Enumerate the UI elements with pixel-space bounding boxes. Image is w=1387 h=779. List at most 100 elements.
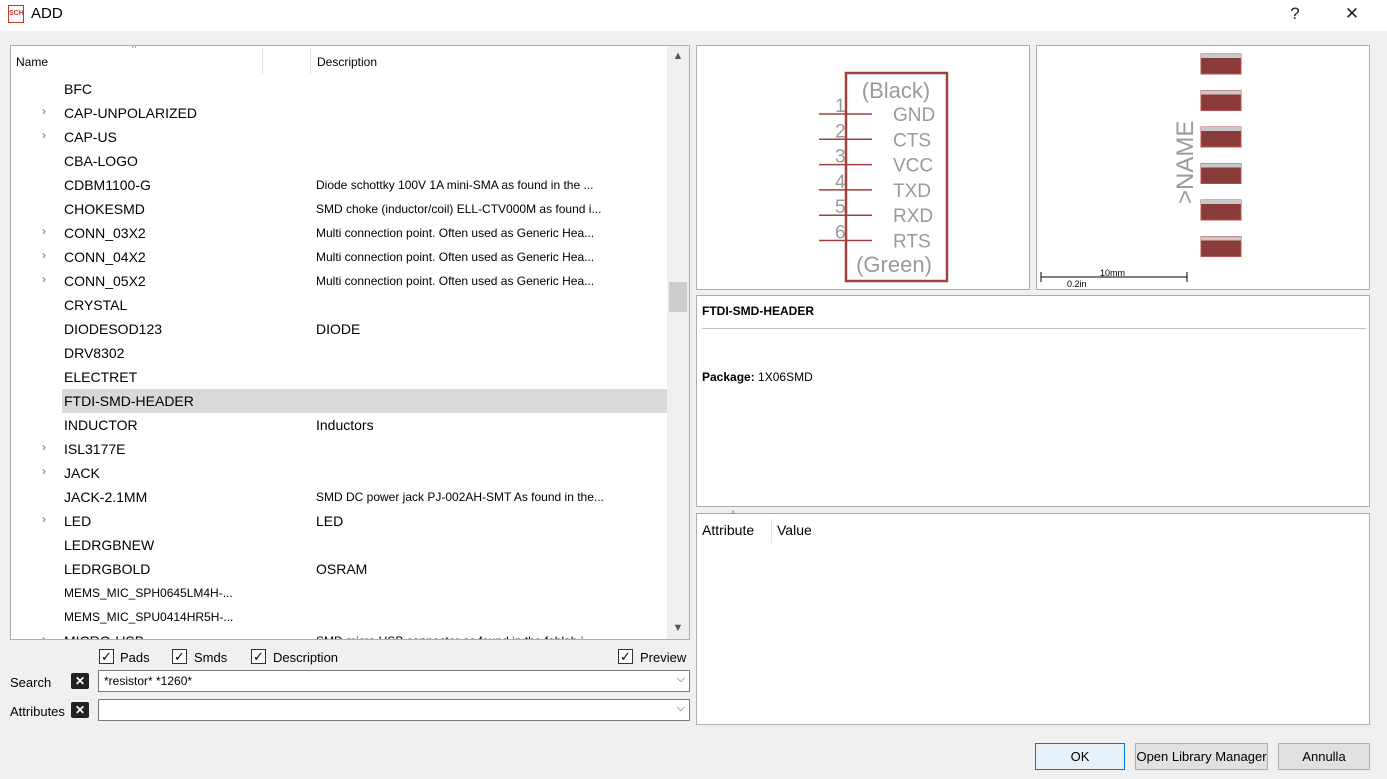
- tree-row[interactable]: DIODESOD123 DIODE: [11, 317, 667, 341]
- row-name: LEDRGBNEW: [64, 537, 155, 553]
- cancel-button[interactable]: Annulla: [1278, 743, 1370, 770]
- tree-row[interactable]: JACK-2.1MM SMD DC power jack PJ-002AH-SMT…: [11, 485, 667, 509]
- expand-chevron-icon[interactable]: ›: [42, 440, 46, 454]
- pin-number: 4: [835, 172, 846, 193]
- pin-number: 1: [835, 96, 846, 117]
- preview-label: Preview: [640, 650, 687, 665]
- expand-chevron-icon[interactable]: ›: [42, 272, 46, 286]
- tree-row[interactable]: › LED LED: [11, 509, 667, 533]
- preview-checkbox[interactable]: ✓: [618, 649, 633, 664]
- symbol-bottom-label: (Green): [856, 252, 932, 277]
- open-library-manager-button[interactable]: Open Library Manager: [1135, 743, 1268, 770]
- expand-chevron-icon[interactable]: ›: [42, 128, 46, 142]
- clear-attributes-icon[interactable]: ✕: [71, 702, 89, 718]
- pin-name: CTS: [893, 130, 931, 151]
- tree-row[interactable]: LEDRGBOLD OSRAM: [11, 557, 667, 581]
- expand-chevron-icon[interactable]: ›: [42, 632, 46, 639]
- ok-button[interactable]: OK: [1035, 743, 1125, 770]
- tree-row[interactable]: CBA-LOGO: [11, 149, 667, 173]
- tree-row[interactable]: BFC: [11, 77, 667, 101]
- column-value-header[interactable]: Value: [777, 522, 812, 538]
- pads-checkbox[interactable]: ✓: [99, 649, 114, 664]
- tree-row[interactable]: MEMS_MIC_SPH0645LM4H-...: [11, 581, 667, 605]
- expand-chevron-icon[interactable]: ›: [42, 224, 46, 238]
- row-description: SMD DC power jack PJ-002AH-SMT As found …: [316, 490, 604, 504]
- device-tree[interactable]: ^ Name Description BFC › CAP-UNPOLARIZED › C…: [10, 45, 690, 640]
- smd-pad-edge: [1201, 200, 1241, 204]
- tree-row[interactable]: LEDRGBNEW: [11, 533, 667, 557]
- tree-scrollbar[interactable]: ▲ ▼: [667, 46, 689, 639]
- pin-name: RXD: [893, 206, 933, 227]
- description-checkbox[interactable]: ✓: [251, 649, 266, 664]
- tree-row[interactable]: INDUCTOR Inductors: [11, 413, 667, 437]
- tree-row[interactable]: › CONN_05X2 Multi connection point. Often …: [11, 269, 667, 293]
- row-name: JACK: [64, 465, 100, 481]
- expand-chevron-icon[interactable]: ›: [42, 464, 46, 478]
- pin-number: 6: [835, 223, 846, 244]
- search-input[interactable]: *resistor* *1260* ⌵: [98, 670, 690, 692]
- package-preview: >NAME 10mm 0.2in: [1036, 45, 1370, 290]
- expand-chevron-icon[interactable]: ›: [42, 104, 46, 118]
- expand-chevron-icon[interactable]: ›: [42, 248, 46, 262]
- row-description: SMD choke (inductor/coil) ELL-CTV000M as…: [316, 202, 602, 216]
- row-description: Multi connection point. Often used as Ge…: [316, 250, 595, 264]
- tree-row[interactable]: FTDI-SMD-HEADER: [11, 389, 668, 413]
- pads-label: Pads: [120, 650, 150, 665]
- expand-chevron-icon[interactable]: ›: [42, 512, 46, 526]
- column-description-header[interactable]: Description: [317, 55, 377, 69]
- tree-row[interactable]: ›MICRO-USBSMD micro USB connector as fou…: [11, 629, 667, 639]
- search-dropdown-icon[interactable]: ⌵: [677, 673, 685, 686]
- column-name-header[interactable]: Name: [16, 55, 48, 69]
- attributes-table[interactable]: ^ Attribute Value: [696, 509, 1370, 725]
- scroll-down-icon[interactable]: ▼: [667, 618, 689, 638]
- scroll-thumb[interactable]: [669, 282, 687, 312]
- attributes-input[interactable]: ⌵: [98, 699, 690, 721]
- attributes-dropdown-icon[interactable]: ⌵: [677, 702, 685, 715]
- tree-row[interactable]: › CONN_04X2 Multi connection point. Often …: [11, 245, 667, 269]
- row-name: DRV8302: [64, 345, 125, 361]
- tree-row[interactable]: CDBM1100-G Diode schottky 100V 1A mini-SM…: [11, 173, 667, 197]
- row-name: DIODESOD123: [64, 321, 163, 337]
- tree-row[interactable]: CHOKESMD SMD choke (inductor/coil) ELL-CT…: [11, 197, 667, 221]
- smds-checkbox[interactable]: ✓: [172, 649, 187, 664]
- search-input-value: *resistor* *1260*: [104, 674, 193, 688]
- smd-pad-edge: [1201, 127, 1241, 131]
- scroll-up-icon[interactable]: ▲: [667, 46, 689, 66]
- row-name: CAP-UNPOLARIZED: [64, 105, 198, 121]
- row-description: Multi connection point. Often used as Ge…: [316, 274, 595, 288]
- tree-row[interactable]: › CAP-UNPOLARIZED: [11, 101, 667, 125]
- smd-pad-edge: [1201, 236, 1241, 241]
- row-name: MEMS_MIC_SPH0645LM4H-...: [64, 586, 233, 600]
- row-description: Diode schottky 100V 1A mini-SMA as found…: [316, 178, 594, 192]
- row-description: OSRAM: [316, 561, 368, 577]
- tree-row[interactable]: › ISL3177E: [11, 437, 667, 461]
- row-name: FTDI-SMD-HEADER: [62, 389, 668, 413]
- attributes-label: Attributes: [10, 704, 65, 719]
- row-name: ELECTRET: [64, 369, 138, 385]
- symbol-drawing: (Black) (Green) 1 GND 2 CTS 3 VCC 4 TXD 5 RXD 6 RTS: [819, 71, 949, 283]
- close-button[interactable]: ✕: [1340, 3, 1364, 27]
- column-divider[interactable]: [771, 519, 772, 543]
- pin-name: GND: [893, 105, 935, 126]
- search-label: Search: [10, 675, 52, 690]
- column-divider[interactable]: [310, 48, 311, 74]
- row-name: CAP-US: [64, 129, 117, 145]
- tree-row[interactable]: DRV8302: [11, 341, 667, 365]
- tree-row[interactable]: › CAP-US: [11, 125, 667, 149]
- column-divider[interactable]: [262, 48, 263, 74]
- row-name: LED: [64, 513, 92, 529]
- column-attribute-header[interactable]: Attribute: [702, 522, 754, 538]
- clear-search-icon[interactable]: ✕: [71, 673, 89, 689]
- smd-pad-edge: [1201, 163, 1241, 168]
- row-name: CBA-LOGO: [64, 153, 138, 169]
- row-name: BFC: [64, 81, 92, 97]
- tree-row[interactable]: › JACK: [11, 461, 667, 485]
- scale-in-label: 0.2in: [1067, 279, 1087, 289]
- tree-row[interactable]: ELECTRET: [11, 365, 667, 389]
- help-button[interactable]: ?: [1283, 3, 1307, 27]
- tree-row[interactable]: › CONN_03X2 Multi connection point. Often …: [11, 221, 667, 245]
- row-description: Multi connection point. Often used as Ge…: [316, 226, 595, 240]
- symbol-pins: 1 GND 2 CTS 3 VCC 4 TXD 5 RXD 6 RTS: [819, 96, 935, 253]
- tree-row[interactable]: MEMS_MIC_SPU0414HR5H-...: [11, 605, 667, 629]
- tree-row[interactable]: CRYSTAL: [11, 293, 667, 317]
